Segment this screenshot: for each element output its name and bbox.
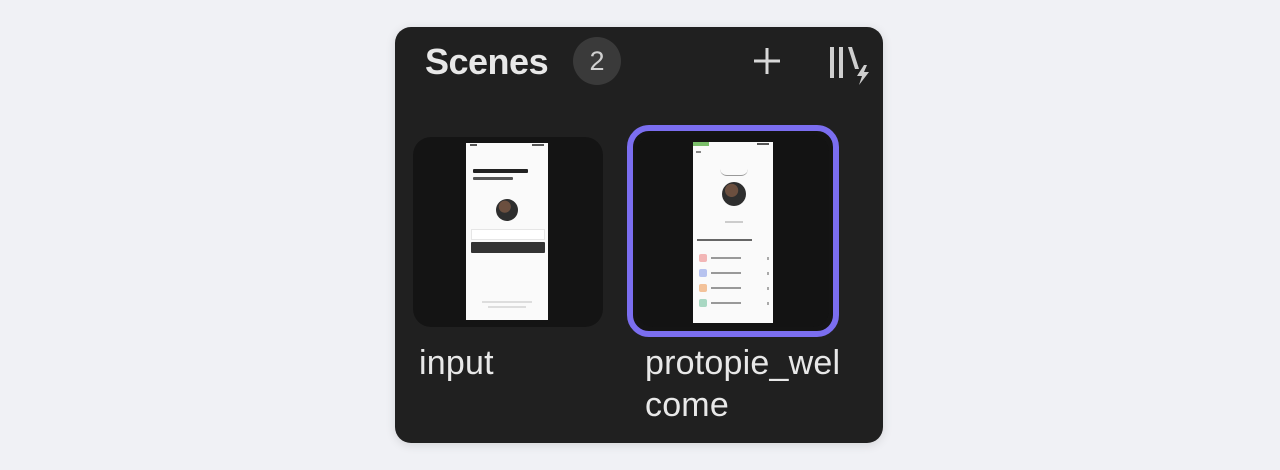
scene-preview-screen (693, 142, 773, 323)
status-bar (693, 142, 773, 148)
preview-next-button (471, 242, 545, 253)
preview-input-field (471, 229, 545, 240)
scene-thumbnail-inner (637, 135, 829, 327)
scene-thumbnail-selected[interactable] (627, 125, 839, 337)
preview-avatar (496, 199, 518, 221)
panel-title: Scenes (425, 41, 549, 82)
preview-list-row (699, 284, 769, 292)
plus-icon (754, 48, 780, 74)
scene-trigger-button[interactable] (829, 45, 875, 85)
scene-name-protopie-welcome[interactable]: protopie_welcome (645, 342, 845, 426)
scenes-panel: Scenes 2 input protopie_welcome (395, 27, 883, 443)
preview-caption (725, 221, 743, 223)
preview-footer-text (482, 301, 532, 303)
status-bar (466, 143, 548, 149)
scene-thumbnail[interactable] (413, 137, 603, 327)
scene-count-badge: 2 (573, 37, 621, 85)
scenes-panel-header: Scenes 2 (395, 27, 883, 97)
preview-subheading (473, 177, 513, 180)
preview-script-heading (720, 169, 748, 176)
preview-avatar (722, 182, 746, 206)
preview-section-title (697, 239, 752, 241)
preview-list-row (699, 269, 769, 277)
scene-card-input[interactable] (413, 137, 603, 327)
preview-footer-text (488, 306, 526, 308)
add-scene-button[interactable] (751, 45, 783, 77)
scene-preview-screen (466, 143, 548, 320)
preview-list-row (699, 299, 769, 307)
scene-card-protopie-welcome[interactable] (627, 125, 839, 337)
scene-trigger-icon (830, 47, 869, 85)
scene-name-input[interactable]: input (419, 342, 494, 384)
preview-heading (473, 169, 528, 173)
back-arrow-icon (696, 151, 701, 153)
preview-list-row (699, 254, 769, 262)
